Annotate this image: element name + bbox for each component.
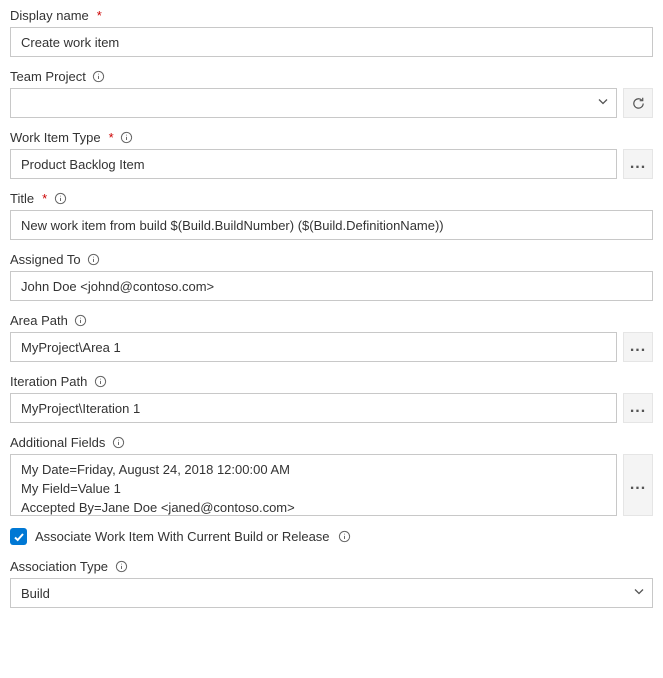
label-row: Additional Fields (10, 435, 653, 450)
associate-label: Associate Work Item With Current Build o… (35, 529, 330, 544)
info-icon[interactable] (93, 375, 107, 389)
label-row: Assigned To (10, 252, 653, 267)
associate-checkbox[interactable] (10, 528, 27, 545)
additional-fields-input[interactable] (10, 454, 617, 516)
display-name-label: Display name (10, 8, 89, 23)
field-team-project: Team Project (10, 69, 653, 118)
info-icon[interactable] (74, 314, 88, 328)
more-button[interactable]: ... (623, 332, 653, 362)
associate-checkbox-row: Associate Work Item With Current Build o… (10, 528, 653, 545)
more-button[interactable]: ... (623, 149, 653, 179)
input-row (10, 88, 653, 118)
required-marker: * (42, 191, 47, 206)
association-type-value: Build (10, 578, 653, 608)
work-item-type-input[interactable] (10, 149, 617, 179)
label-row: Association Type (10, 559, 653, 574)
team-project-label: Team Project (10, 69, 86, 84)
info-icon[interactable] (111, 436, 125, 450)
input-row (10, 210, 653, 240)
area-path-input[interactable] (10, 332, 617, 362)
required-marker: * (97, 8, 102, 23)
field-association-type: Association Type Build (10, 559, 653, 608)
field-title: Title * (10, 191, 653, 240)
info-icon[interactable] (114, 560, 128, 574)
input-row: Build (10, 578, 653, 608)
label-row: Team Project (10, 69, 653, 84)
team-project-value (10, 88, 617, 118)
field-assigned-to: Assigned To (10, 252, 653, 301)
title-input[interactable] (10, 210, 653, 240)
field-iteration-path: Iteration Path ... (10, 374, 653, 423)
association-type-select[interactable]: Build (10, 578, 653, 608)
label-row: Display name * (10, 8, 653, 23)
field-work-item-type: Work Item Type * ... (10, 130, 653, 179)
more-button[interactable]: ... (623, 393, 653, 423)
iteration-path-input[interactable] (10, 393, 617, 423)
input-row (10, 27, 653, 57)
info-icon[interactable] (53, 192, 67, 206)
info-icon[interactable] (338, 530, 352, 544)
work-item-type-label: Work Item Type (10, 130, 101, 145)
assigned-to-label: Assigned To (10, 252, 81, 267)
additional-fields-label: Additional Fields (10, 435, 105, 450)
input-row (10, 271, 653, 301)
required-marker: * (109, 130, 114, 145)
input-row: ... (10, 393, 653, 423)
info-icon[interactable] (120, 131, 134, 145)
title-label: Title (10, 191, 34, 206)
label-row: Title * (10, 191, 653, 206)
association-type-label: Association Type (10, 559, 108, 574)
area-path-label: Area Path (10, 313, 68, 328)
input-row: ... (10, 332, 653, 362)
field-area-path: Area Path ... (10, 313, 653, 362)
iteration-path-label: Iteration Path (10, 374, 87, 389)
more-button[interactable]: ... (623, 454, 653, 516)
info-icon[interactable] (92, 70, 106, 84)
field-display-name: Display name * (10, 8, 653, 57)
label-row: Iteration Path (10, 374, 653, 389)
label-row: Work Item Type * (10, 130, 653, 145)
info-icon[interactable] (87, 253, 101, 267)
field-additional-fields: Additional Fields ... (10, 435, 653, 516)
assigned-to-input[interactable] (10, 271, 653, 301)
input-row: ... (10, 454, 653, 516)
input-row: ... (10, 149, 653, 179)
label-row: Area Path (10, 313, 653, 328)
display-name-input[interactable] (10, 27, 653, 57)
refresh-button[interactable] (623, 88, 653, 118)
team-project-select[interactable] (10, 88, 617, 118)
